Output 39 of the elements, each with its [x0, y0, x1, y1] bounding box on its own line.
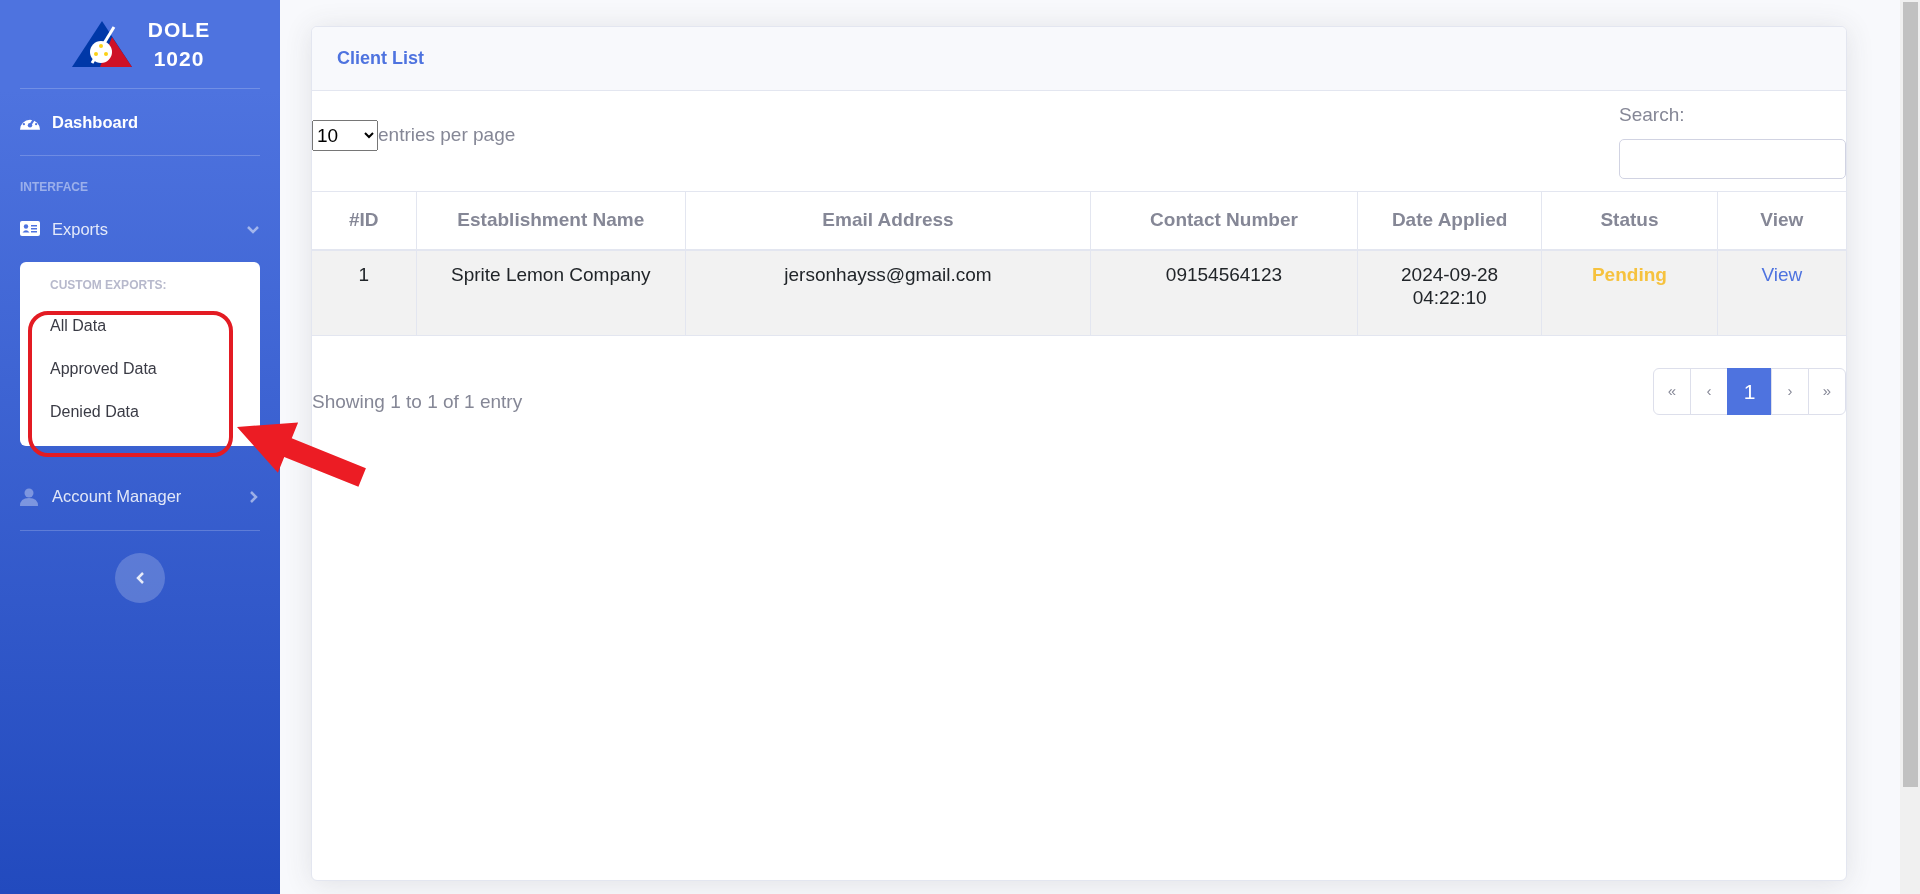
sidebar-item[interactable]: Account Manager	[0, 463, 280, 530]
submenu-heading: CUSTOM EXPORTS:	[49, 277, 168, 294]
user-icon	[20, 487, 40, 506]
column-header: Email Address	[685, 191, 1091, 250]
section-heading: INTERFACE	[19, 179, 89, 196]
entries-info: Showing 1 to 1 of 1 entry	[312, 390, 523, 414]
status-text: Pending	[1591, 263, 1667, 285]
column-header: Status	[1541, 191, 1718, 250]
table-cell: 2024-09-28 04:22:10	[1401, 263, 1499, 309]
sidebar-item[interactable]: Exports	[0, 196, 280, 262]
table-cell: 1	[358, 263, 370, 285]
page-button[interactable]: »	[1808, 367, 1846, 415]
table-cell: Sprite Lemon Company	[451, 263, 651, 285]
id-card-icon	[20, 220, 40, 238]
search-label: Search:	[1619, 103, 1686, 127]
submenu-item[interactable]: All Data	[50, 316, 107, 336]
page-button[interactable]: «	[1653, 367, 1691, 415]
entries-label: entries per page	[378, 122, 516, 147]
collapse-button[interactable]	[115, 552, 165, 603]
view-link[interactable]: View	[1761, 263, 1803, 285]
card-title: Client List	[337, 47, 424, 70]
page-button[interactable]: 1	[1727, 367, 1772, 415]
table-cell: jersonhayss@gmail.com	[784, 263, 992, 285]
column-header: Contact Number	[1090, 191, 1358, 250]
column-header: Date Applied	[1357, 191, 1542, 250]
logo-text: DOLE 1020	[147, 16, 211, 72]
search-field[interactable]	[1619, 138, 1846, 179]
page-button[interactable]: ›	[1771, 367, 1809, 415]
column-header: View	[1717, 191, 1846, 250]
logo-icon	[69, 19, 134, 69]
entries-select[interactable]: 10	[312, 119, 378, 151]
submenu-item[interactable]: Denied Data	[50, 402, 139, 422]
column-header: #ID	[312, 191, 417, 250]
column-header: Establishment Name	[416, 191, 686, 250]
table-cell: 09154564123	[1165, 263, 1283, 285]
submenu-item[interactable]: Approved Data	[50, 359, 157, 379]
sidebar-item[interactable]: Dashboard	[0, 89, 280, 155]
page-button[interactable]: ‹	[1690, 367, 1728, 415]
chevron-left-icon	[135, 570, 145, 585]
